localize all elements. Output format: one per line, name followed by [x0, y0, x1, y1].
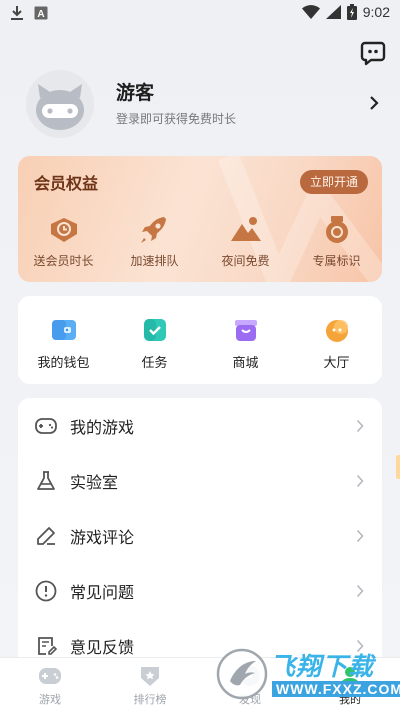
quick-label: 任务 [141, 356, 168, 371]
chevron-right-icon [356, 584, 364, 598]
quick-label: 大厅 [323, 356, 350, 371]
vip-item-label: 专属标识 [312, 254, 361, 268]
edit-icon [37, 527, 55, 545]
chevron-right-icon [356, 529, 364, 543]
vip-item-boost-queue[interactable]: 加速排队 [109, 214, 200, 269]
chevron-right-icon [356, 419, 364, 433]
ranking-tab-icon [141, 667, 159, 686]
clock-tag-icon [50, 218, 77, 242]
wifi-icon [301, 5, 320, 19]
status-time: 9:02 [362, 4, 390, 20]
open-vip-button[interactable]: 立即开通 [299, 170, 368, 194]
watermark-brand: 飞翔下载 [270, 652, 375, 681]
menu-item-faq[interactable]: 常见问题 [18, 563, 382, 619]
watermark-logo-icon [216, 648, 268, 700]
login-hint[interactable]: 登录即可获得免费时长 [116, 110, 236, 127]
site-watermark: 飞翔下载 WWW.FXXZ.COM [214, 645, 400, 703]
signal-icon [325, 5, 341, 19]
tab-games[interactable]: 游戏 [0, 658, 100, 711]
menu-label: 实验室 [70, 473, 119, 492]
feedback-icon [38, 637, 58, 655]
vip-item-member-time[interactable]: 送会员时长 [18, 214, 109, 269]
info-icon [35, 580, 57, 602]
menu-label: 我的游戏 [70, 418, 135, 437]
menu-item-lab[interactable]: 实验室 [18, 453, 382, 509]
status-bar: A 9:02 [0, 0, 400, 28]
task-icon [143, 319, 166, 341]
quick-shop[interactable]: 商城 [200, 296, 291, 384]
avatar[interactable] [26, 70, 94, 138]
menu-label: 游戏评论 [70, 528, 135, 547]
chat-bubble-icon [360, 41, 386, 66]
quick-wallet[interactable]: 我的钱包 [18, 296, 109, 384]
guest-avatar-icon [36, 84, 84, 130]
badge-icon [325, 216, 348, 243]
floating-side-tab[interactable] [396, 455, 400, 479]
svg-text:A: A [37, 9, 44, 20]
menu-item-my-games[interactable]: 我的游戏 [18, 398, 382, 454]
download-icon [11, 6, 23, 20]
gamepad-icon [35, 418, 57, 434]
notification-a-icon: A [34, 6, 48, 20]
vip-item-exclusive-badge[interactable]: 专属标识 [291, 214, 382, 269]
chevron-right-icon [356, 474, 364, 488]
gamepad-tab-icon [39, 668, 61, 684]
username[interactable]: 游客 [116, 78, 154, 105]
quick-entries-card: 我的钱包 任务 商城 大厅 [18, 296, 382, 384]
flask-icon [37, 471, 55, 490]
vip-item-night-free[interactable]: 夜间免费 [200, 214, 291, 269]
message-button[interactable] [360, 40, 386, 66]
chevron-right-icon[interactable] [368, 95, 380, 111]
quick-label: 我的钱包 [37, 356, 90, 371]
vip-item-label: 送会员时长 [33, 254, 94, 268]
watermark-url: WWW.FXXZ.COM [272, 681, 400, 697]
vip-item-label: 夜间免费 [221, 254, 270, 268]
rocket-icon [140, 217, 166, 243]
menu-item-game-reviews[interactable]: 游戏评论 [18, 508, 382, 564]
vip-item-label: 加速排队 [130, 254, 179, 268]
quick-label: 商城 [232, 356, 259, 371]
battery-icon [346, 4, 357, 20]
hall-icon [325, 320, 348, 342]
shop-icon [234, 320, 257, 341]
mountain-moon-icon [230, 217, 261, 241]
quick-hall[interactable]: 大厅 [291, 296, 382, 384]
vip-benefits-card: 会员权益 立即开通 送会员时长 加速排队 夜间免费 专属标识 [18, 156, 382, 282]
tab-label: 游戏 [39, 693, 61, 706]
tab-label: 排行榜 [133, 693, 167, 706]
menu-list: 我的游戏 实验室 游戏评论 常见问题 意见反馈 [18, 398, 382, 668]
tab-ranking[interactable]: 排行榜 [100, 658, 200, 711]
menu-label: 常见问题 [70, 583, 135, 602]
quick-tasks[interactable]: 任务 [109, 296, 200, 384]
vip-title: 会员权益 [34, 174, 99, 193]
wallet-icon [51, 320, 76, 340]
menu-label: 意见反馈 [70, 638, 135, 657]
